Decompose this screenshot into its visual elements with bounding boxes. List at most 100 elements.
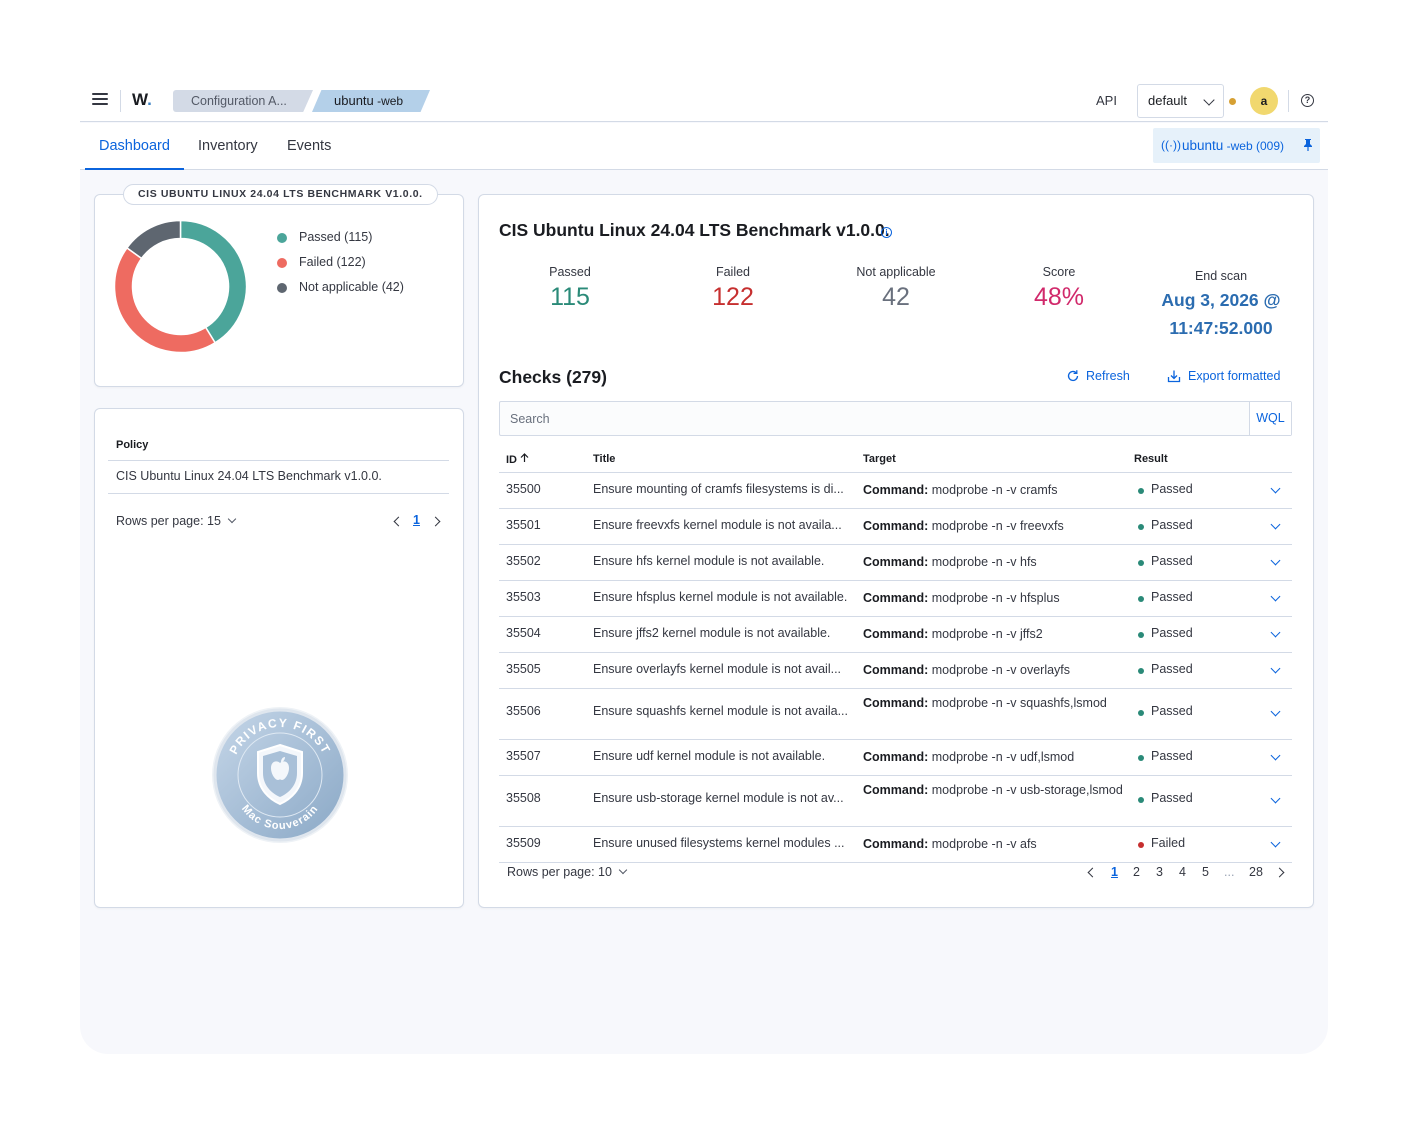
cell-title: Ensure overlayfs kernel module is not av…	[593, 662, 842, 676]
result-text: Passed	[1151, 518, 1193, 532]
result-status-dot	[1138, 596, 1144, 602]
broadcast-icon: ((·))	[1161, 138, 1181, 152]
cell-id: 35506	[506, 704, 541, 718]
pinned-agent-badge[interactable]: ((·)) ubuntu -web (009)	[1153, 128, 1320, 163]
stat-label: End scan	[1194, 269, 1248, 283]
stat-value: 48%	[1033, 283, 1085, 311]
cell-result: Passed	[1138, 626, 1193, 640]
result-status-dot	[1138, 755, 1144, 761]
help-icon[interactable]: ?	[1301, 94, 1314, 107]
page-link[interactable]: 5	[1202, 865, 1209, 879]
cell-result: Passed	[1138, 704, 1193, 718]
table-row[interactable]: 35509 Ensure unused filesystems kernel mo…	[499, 827, 1292, 863]
cell-id: 35508	[506, 791, 541, 805]
column-header-title[interactable]: Title	[593, 453, 615, 465]
expand-row-chevron-icon[interactable]	[1270, 663, 1280, 675]
command-label: Command:	[863, 750, 929, 764]
command-text: modprobe -n -v squashfs,lsmod	[931, 696, 1107, 710]
cell-id: 35500	[506, 482, 541, 496]
table-header: ID Title Target Result	[499, 449, 1292, 473]
app-logo[interactable]: W.	[132, 90, 152, 110]
stat-label: Failed	[715, 265, 751, 279]
table-row[interactable]: 35505 Ensure overlayfs kernel module is n…	[499, 653, 1292, 689]
space-selector[interactable]: default	[1137, 84, 1224, 118]
refresh-button[interactable]: Refresh	[1066, 369, 1130, 383]
cell-title: Ensure jffs2 kernel module is not availa…	[593, 626, 831, 640]
cell-target: Command: modprobe -n -v udf,lsmod	[863, 748, 1125, 766]
page-link[interactable]: 4	[1179, 865, 1186, 879]
command-text: modprobe -n -v cramfs	[931, 483, 1058, 497]
chevron-right-icon[interactable]	[1274, 867, 1285, 878]
results-donut-chart	[114, 220, 247, 353]
table-row[interactable]: 35508 Ensure usb-storage kernel module is…	[499, 776, 1292, 827]
donut-slice-passed[interactable]	[179, 220, 247, 344]
checks-rows-per-page[interactable]: Rows per page: 10	[507, 865, 628, 879]
column-header-target[interactable]: Target	[863, 453, 896, 465]
legend-item-failed[interactable]: Failed (122)	[277, 254, 404, 279]
donut-slice-not-applicable[interactable]	[125, 220, 182, 260]
top-header: W. Configuration A... ubuntu -web API de…	[80, 80, 1328, 122]
cell-title: Ensure mounting of cramfs filesystems is…	[593, 482, 844, 496]
chevron-down-icon	[1203, 94, 1215, 106]
breadcrumb-configuration[interactable]: Configuration A...	[173, 90, 313, 112]
search-input[interactable]	[500, 402, 1240, 435]
pin-icon[interactable]	[1304, 139, 1312, 151]
table-row[interactable]: 35506 Ensure squashfs kernel module is no…	[499, 689, 1292, 740]
result-status-dot	[1138, 668, 1144, 674]
expand-row-chevron-icon[interactable]	[1270, 555, 1280, 567]
page-link[interactable]: 28	[1249, 865, 1263, 879]
cell-result: Passed	[1138, 482, 1193, 496]
wql-toggle[interactable]: WQL	[1249, 402, 1291, 435]
table-row[interactable]: 35501 Ensure freevxfs kernel module is no…	[499, 509, 1292, 545]
cell-result: Passed	[1138, 590, 1193, 604]
expand-row-chevron-icon[interactable]	[1270, 591, 1280, 603]
sort-ascending-icon	[520, 453, 529, 462]
export-formatted-button[interactable]: Export formatted	[1167, 369, 1280, 383]
column-header-id[interactable]: ID	[506, 453, 529, 466]
command-label: Command:	[863, 663, 929, 677]
column-header-result[interactable]: Result	[1134, 453, 1168, 465]
cell-target: Command: modprobe -n -v cramfs	[863, 481, 1125, 499]
page-link-current[interactable]: 1	[1111, 865, 1118, 879]
expand-row-chevron-icon[interactable]	[1270, 837, 1280, 849]
menu-icon[interactable]	[92, 93, 108, 107]
table-row[interactable]: 35507 Ensure udf kernel module is not ava…	[499, 740, 1292, 776]
table-row[interactable]: 35502 Ensure hfs kernel module is not ava…	[499, 545, 1292, 581]
policy-rows-per-page[interactable]: Rows per page: 15	[116, 514, 237, 528]
donut-slice-failed[interactable]	[114, 246, 217, 353]
info-icon[interactable]: i	[881, 227, 892, 238]
expand-row-chevron-icon[interactable]	[1270, 706, 1280, 718]
page-link-current[interactable]: 1	[413, 513, 420, 527]
table-row[interactable]: 35500 Ensure mounting of cramfs filesyste…	[499, 473, 1292, 509]
api-link[interactable]: API	[1096, 93, 1117, 108]
command-text: modprobe -n -v freevxfs	[931, 519, 1064, 533]
cell-title: Ensure usb-storage kernel module is not …	[593, 791, 844, 805]
tab-dashboard[interactable]: Dashboard	[85, 123, 184, 170]
tab-inventory[interactable]: Inventory	[198, 123, 258, 169]
user-avatar[interactable]: a	[1250, 87, 1278, 115]
result-text: Passed	[1151, 482, 1193, 496]
result-status-dot	[1138, 488, 1144, 494]
expand-row-chevron-icon[interactable]	[1270, 627, 1280, 639]
command-label: Command:	[863, 519, 929, 533]
cell-title: Ensure udf kernel module is not availabl…	[593, 749, 826, 763]
policy-row[interactable]: CIS Ubuntu Linux 24.04 LTS Benchmark v1.…	[116, 469, 382, 483]
tab-events[interactable]: Events	[287, 123, 331, 169]
chevron-left-icon[interactable]	[1087, 867, 1098, 878]
cell-target: Command: modprobe -n -v usb-storage,lsmo…	[863, 781, 1125, 799]
page-link[interactable]: 3	[1156, 865, 1163, 879]
expand-row-chevron-icon[interactable]	[1270, 793, 1280, 805]
search-bar: WQL	[499, 401, 1292, 436]
legend-item-passed[interactable]: Passed (115)	[277, 229, 404, 254]
expand-row-chevron-icon[interactable]	[1270, 519, 1280, 531]
result-status-dot	[1138, 632, 1144, 638]
expand-row-chevron-icon[interactable]	[1270, 483, 1280, 495]
expand-row-chevron-icon[interactable]	[1270, 750, 1280, 762]
benchmark-title: CIS Ubuntu Linux 24.04 LTS Benchmark v1.…	[499, 220, 890, 240]
stat-end-scan: End scan Aug 3, 2026 @ 11:47:52.000	[1141, 269, 1301, 342]
stat-failed: Failed 122	[658, 265, 808, 312]
table-row[interactable]: 35503 Ensure hfsplus kernel module is not…	[499, 581, 1292, 617]
page-link[interactable]: 2	[1133, 865, 1140, 879]
legend-item-not-applicable[interactable]: Not applicable (42)	[277, 279, 404, 304]
table-row[interactable]: 35504 Ensure jffs2 kernel module is not a…	[499, 617, 1292, 653]
